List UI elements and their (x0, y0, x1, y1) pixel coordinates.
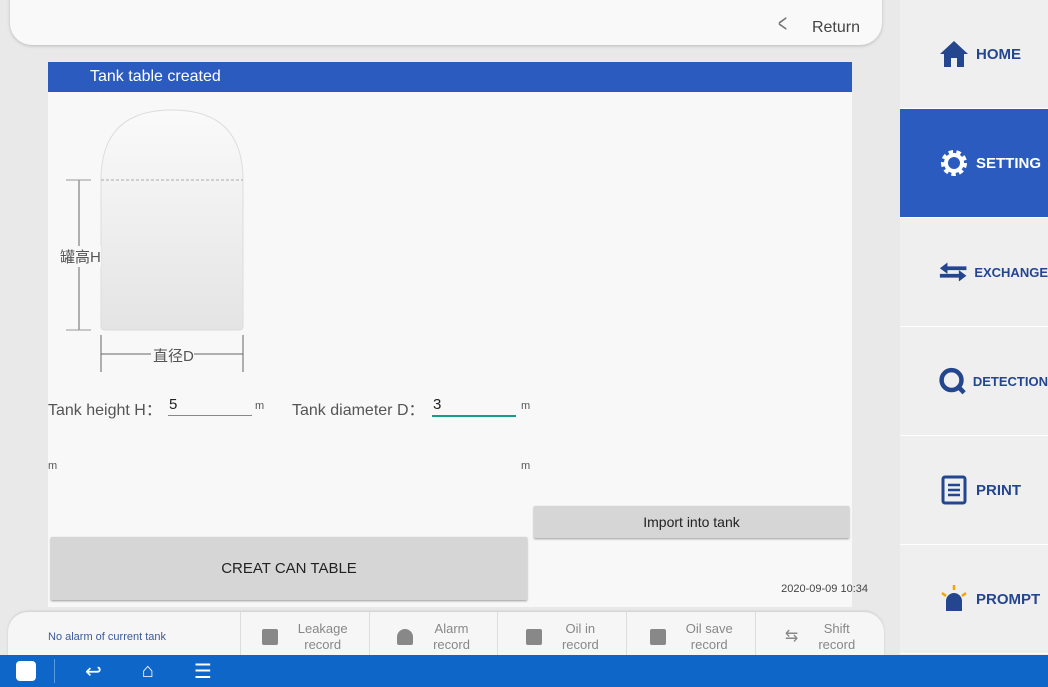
top-bar: < Return (10, 0, 882, 45)
sidebar-item-exchange[interactable]: EXCHANGE (900, 218, 1048, 327)
record-label: Oil in (565, 621, 596, 636)
oil-in-icon (525, 629, 542, 645)
home-icon (940, 41, 968, 67)
height-unit: m (255, 400, 265, 412)
tank-table-panel: Tank table created 罐高H 直径D Tank height H… (48, 62, 868, 607)
record-label: record (690, 637, 728, 652)
unit-left: m (48, 460, 58, 472)
teamviewer-icon[interactable] (16, 661, 36, 681)
unit-right: m (521, 460, 531, 472)
record-label: Leakage (297, 621, 348, 636)
shift-icon: ⇆ (784, 628, 799, 645)
tank-height-label: Tank height H： (48, 402, 162, 419)
sidebar-label: SETTING (976, 154, 1042, 172)
sidebar-item-setting[interactable]: SETTING (900, 109, 1048, 218)
android-nav-bar: ↩ ⌂ ☰ (0, 655, 1048, 687)
sidebar-item-detection[interactable]: DETECTION (900, 327, 1048, 436)
record-label: Shift (823, 621, 850, 636)
datetime: 2020-09-09 10:34 (781, 583, 868, 595)
return-button[interactable]: < Return (775, 8, 860, 39)
record-label: record (433, 637, 470, 652)
tank-diagram (66, 109, 244, 372)
record-label: Oil save (685, 621, 733, 636)
panel-title: Tank table created (48, 62, 852, 92)
sidebar-label: EXCHANGE (974, 264, 1048, 280)
sidebar-item-prompt[interactable]: PROMPT (900, 545, 1048, 654)
tank-height-diagram-label: 罐高H (60, 246, 101, 267)
record-label: record (561, 637, 599, 652)
back-icon[interactable]: ↩ (85, 659, 102, 684)
sidebar-label: HOME (976, 45, 1021, 63)
tank-diameter-input[interactable] (432, 394, 516, 417)
diameter-unit: m (521, 400, 531, 412)
sidebar-label: PROMPT (976, 590, 1041, 608)
return-label: Return (811, 18, 860, 36)
sidebar-item-print[interactable]: PRINT (900, 436, 1048, 545)
home-nav-icon[interactable]: ⌂ (142, 660, 154, 683)
record-label: record (304, 637, 342, 652)
record-label: Alarm (434, 621, 469, 636)
menu-icon[interactable]: ☰ (194, 659, 212, 684)
sidebar-label: DETECTION (972, 373, 1048, 389)
print-icon (941, 475, 967, 505)
tank-height-input[interactable] (168, 394, 252, 416)
create-can-table-button[interactable]: CREAT CAN TABLE (51, 537, 527, 600)
sidebar-label: PRINT (976, 481, 1021, 499)
import-into-tank-button[interactable]: Import into tank (534, 506, 849, 538)
alarm-light-icon (941, 585, 967, 611)
detection-icon (939, 367, 966, 395)
oil-save-icon (649, 629, 666, 645)
sidebar-item-home[interactable]: HOME (900, 0, 1048, 109)
tank-diameter-diagram-label: 直径D (153, 348, 194, 365)
gear-icon (941, 150, 967, 176)
exchange-icon (939, 262, 967, 282)
chevron-left-icon: < (777, 8, 787, 38)
leakage-icon (261, 629, 278, 645)
alarm-light-icon (397, 629, 414, 645)
tank-diameter-label: Tank diameter D： (292, 402, 425, 419)
record-label: record (818, 637, 856, 652)
divider (54, 659, 55, 683)
sidebar: HOME SETTING EXCHANGE DETECTION PRINT PR… (900, 0, 1048, 655)
